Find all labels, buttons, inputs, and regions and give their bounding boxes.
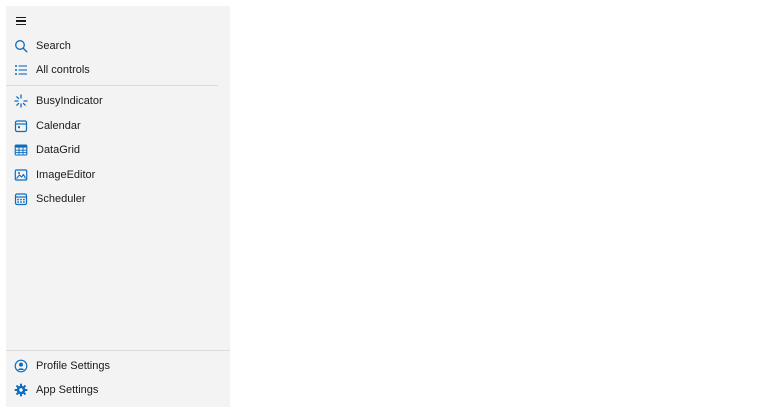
sidebar-item-search[interactable]: Search xyxy=(6,34,230,58)
sidebar-item-label: Calendar xyxy=(36,120,81,132)
calendar-icon xyxy=(14,119,28,133)
sidebar-item-all-controls[interactable]: All controls xyxy=(6,58,230,82)
sidebar-item-busyindicator[interactable]: BusyIndicator xyxy=(6,89,230,113)
sidebar-item-label: Scheduler xyxy=(36,193,86,205)
list-icon xyxy=(14,63,28,77)
busy-indicator-icon xyxy=(14,94,28,108)
sidebar-item-datagrid[interactable]: DataGrid xyxy=(6,138,230,162)
hamburger-icon[interactable] xyxy=(14,14,28,28)
datagrid-icon xyxy=(14,143,28,157)
search-icon xyxy=(14,39,28,53)
sidebar-item-label: DataGrid xyxy=(36,144,81,156)
scheduler-icon xyxy=(14,192,28,206)
sidebar-item-label: App Settings xyxy=(36,384,99,396)
sidebar-item-label: All controls xyxy=(36,64,90,76)
sidebar-item-label: BusyIndicator xyxy=(36,95,103,107)
sidebar-item-imageeditor[interactable]: ImageEditor xyxy=(6,163,230,187)
sidebar-item-label: ImageEditor xyxy=(36,169,96,181)
sidebar-item-label: Profile Settings xyxy=(36,360,110,372)
nav-divider xyxy=(6,85,218,86)
image-editor-icon xyxy=(14,168,28,182)
gear-icon xyxy=(14,383,28,397)
sidebar-item-calendar[interactable]: Calendar xyxy=(6,114,230,138)
profile-icon xyxy=(14,359,28,373)
sidebar-item-app-settings[interactable]: App Settings xyxy=(6,378,230,402)
sidebar-item-scheduler[interactable]: Scheduler xyxy=(6,187,230,211)
main-content-area xyxy=(236,6,764,404)
navigation-sidebar: Search All controls BusyIndicator Calend… xyxy=(6,6,230,407)
sidebar-item-profile-settings[interactable]: Profile Settings xyxy=(6,354,230,378)
sidebar-footer: Profile Settings App Settings xyxy=(6,350,230,407)
sidebar-item-label: Search xyxy=(36,40,71,52)
